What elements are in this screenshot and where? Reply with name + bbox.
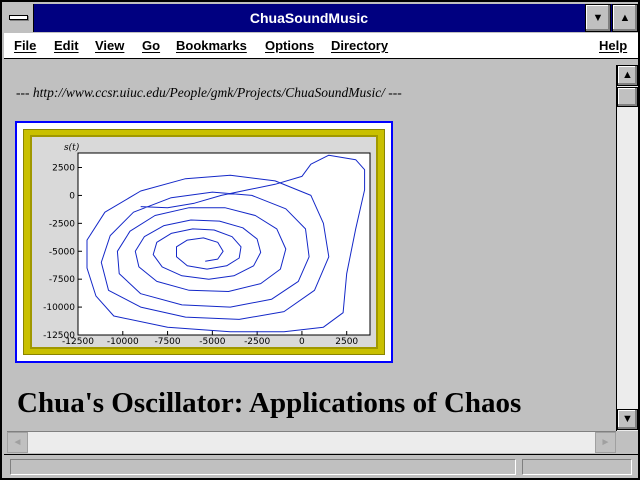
title-bar[interactable]: ChuaSoundMusic ▼ ▲ — [4, 4, 638, 32]
page-url-line: --- http://www.ccsr.uiuc.edu/People/gmk/… — [16, 85, 402, 100]
menu-go[interactable]: Go — [142, 38, 160, 53]
y-tick-label: -2500 — [49, 219, 75, 229]
menu-view[interactable]: View — [95, 38, 124, 53]
chua-plot-image-link[interactable]: -12500 -10000 -7500 -5000 -2500 0 2500 2500 0 -25… — [15, 121, 393, 363]
minimize-button[interactable]: ▼ — [585, 4, 611, 32]
system-menu-icon — [9, 15, 28, 20]
x-tick-label: 0 — [299, 337, 305, 347]
browser-window: ChuaSoundMusic ▼ ▲ File Edit View Go Boo… — [0, 0, 640, 480]
scroll-down-button[interactable]: ▼ — [617, 409, 638, 430]
x-tick-label: -5000 — [199, 337, 225, 347]
x-tick-label: -7500 — [154, 337, 180, 347]
page-heading: Chua's Oscillator: Applications of Chaos — [17, 387, 522, 419]
window-title: ChuaSoundMusic — [249, 10, 369, 26]
scroll-thumb[interactable] — [617, 87, 638, 107]
x-tick-label: -2500 — [244, 337, 270, 347]
y-tick-label: -7500 — [49, 275, 75, 285]
menu-edit[interactable]: Edit — [54, 38, 79, 53]
y-tick-label: 0 — [69, 191, 75, 201]
image-mat: -12500 -10000 -7500 -5000 -2500 0 2500 2500 0 -25… — [23, 129, 385, 355]
y-tick-label: -5000 — [49, 247, 75, 257]
system-menu-button[interactable] — [4, 4, 34, 32]
menu-directory[interactable]: Directory — [331, 38, 388, 53]
scroll-up-button[interactable]: ▲ — [617, 65, 638, 86]
menu-bookmarks[interactable]: Bookmarks — [176, 38, 247, 53]
status-text-field — [10, 459, 516, 475]
horizontal-scrollbar[interactable]: ◄ ► — [7, 431, 616, 453]
status-bar — [4, 454, 638, 478]
y-tick-label: 2500 — [52, 164, 75, 174]
x-tick-label: -10000 — [107, 337, 139, 347]
maximize-button[interactable]: ▲ — [612, 4, 638, 32]
menu-file[interactable]: File — [14, 38, 36, 53]
x-tick-label: 2500 — [335, 337, 358, 347]
menu-bar: File Edit View Go Bookmarks Options Dire… — [4, 33, 638, 59]
vertical-scrollbar[interactable]: ▲ ▼ — [616, 65, 638, 431]
progress-field — [522, 459, 632, 475]
scroll-left-button[interactable]: ◄ — [7, 432, 28, 453]
phase-portrait-chart: -12500 -10000 -7500 -5000 -2500 0 2500 2500 0 -25… — [43, 142, 371, 347]
y-tick-label: -10000 — [43, 303, 75, 313]
plot-panel: -12500 -10000 -7500 -5000 -2500 0 2500 2500 0 -25… — [30, 135, 378, 349]
y-tick-label: -12500 — [43, 331, 75, 341]
scroll-right-button[interactable]: ► — [595, 432, 616, 453]
menu-options[interactable]: Options — [265, 38, 314, 53]
menu-help[interactable]: Help — [599, 38, 627, 53]
y-axis-label: s(t) — [64, 142, 80, 153]
page-content: --- http://www.ccsr.uiuc.edu/People/gmk/… — [7, 65, 616, 431]
